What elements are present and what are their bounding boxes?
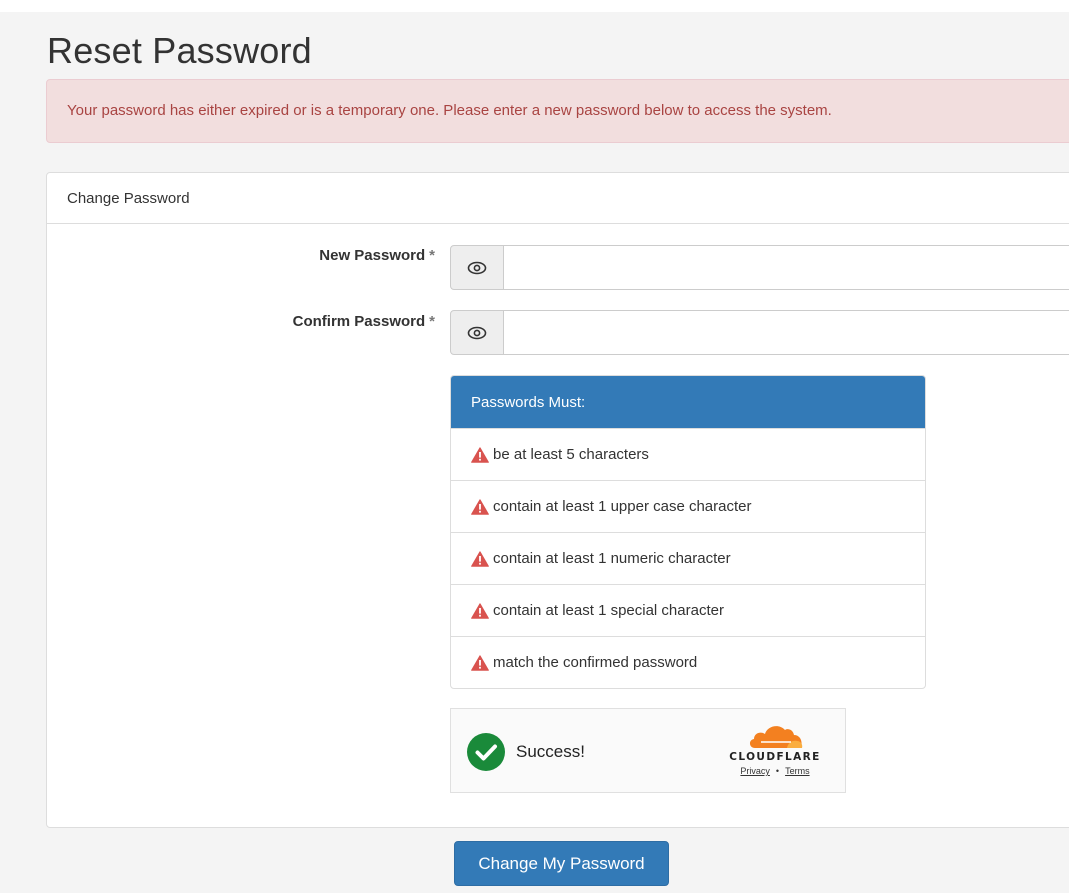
confirm-password-input[interactable] <box>504 310 1069 355</box>
rule-item: be at least 5 characters <box>451 428 925 480</box>
required-asterisk: * <box>429 247 435 264</box>
new-password-label: New Password * <box>319 247 435 264</box>
warning-icon <box>471 551 489 567</box>
captcha-status: Success! <box>516 742 585 761</box>
rule-item: match the confirmed password <box>451 636 925 688</box>
eye-icon <box>467 261 487 274</box>
page-body: Reset Password Your password has either … <box>0 12 1069 893</box>
warning-icon <box>471 447 489 463</box>
warning-icon <box>471 603 489 619</box>
warning-icon <box>471 655 489 671</box>
new-password-input[interactable] <box>504 245 1069 290</box>
success-check-icon <box>467 733 505 771</box>
change-password-panel: Change Password New Password * Confirm Pa… <box>46 172 1069 828</box>
show-new-password-toggle[interactable] <box>450 245 504 290</box>
warning-icon <box>471 499 489 515</box>
rule-text: contain at least 1 upper case character <box>493 498 752 515</box>
panel-heading-text: Change Password <box>67 190 190 207</box>
expired-password-alert: Your password has either expired or is a… <box>46 79 1069 143</box>
cloudflare-logo: CLOUDFLARE Privacy • Terms <box>723 723 827 776</box>
link-separator: • <box>775 766 780 776</box>
change-password-button[interactable]: Change My Password <box>454 841 669 886</box>
eye-icon <box>467 326 487 339</box>
cloudflare-cloud-icon <box>749 726 803 748</box>
rule-text: be at least 5 characters <box>493 446 649 463</box>
rule-item: contain at least 1 numeric character <box>451 532 925 584</box>
confirm-password-label-text: Confirm Password <box>292 313 426 330</box>
rule-text: match the confirmed password <box>493 654 698 671</box>
cloudflare-links: Privacy • Terms <box>723 766 827 776</box>
cloudflare-captcha-widget[interactable]: Success! CLOUDFLARE Privacy • Terms <box>450 708 846 793</box>
rule-item: contain at least 1 upper case character <box>451 480 925 532</box>
page-title: Reset Password <box>47 30 312 71</box>
panel-heading: Change Password <box>47 173 1069 224</box>
new-password-label-text: New Password <box>319 247 426 264</box>
required-asterisk: * <box>429 313 435 330</box>
confirm-password-label: Confirm Password * <box>293 313 435 330</box>
rule-text: contain at least 1 numeric character <box>493 550 731 567</box>
rules-heading: Passwords Must: <box>451 376 925 428</box>
confirm-password-group <box>450 310 1069 355</box>
cloudflare-wordmark: CLOUDFLARE <box>729 751 821 763</box>
password-rules-panel: Passwords Must: be at least 5 characters… <box>450 375 926 689</box>
rule-item: contain at least 1 special character <box>451 584 925 636</box>
terms-link[interactable]: Terms <box>785 766 810 776</box>
new-password-group <box>450 245 1069 290</box>
privacy-link[interactable]: Privacy <box>740 766 770 776</box>
show-confirm-password-toggle[interactable] <box>450 310 504 355</box>
rule-text: contain at least 1 special character <box>493 602 724 619</box>
alert-message: Your password has either expired or is a… <box>67 102 832 119</box>
